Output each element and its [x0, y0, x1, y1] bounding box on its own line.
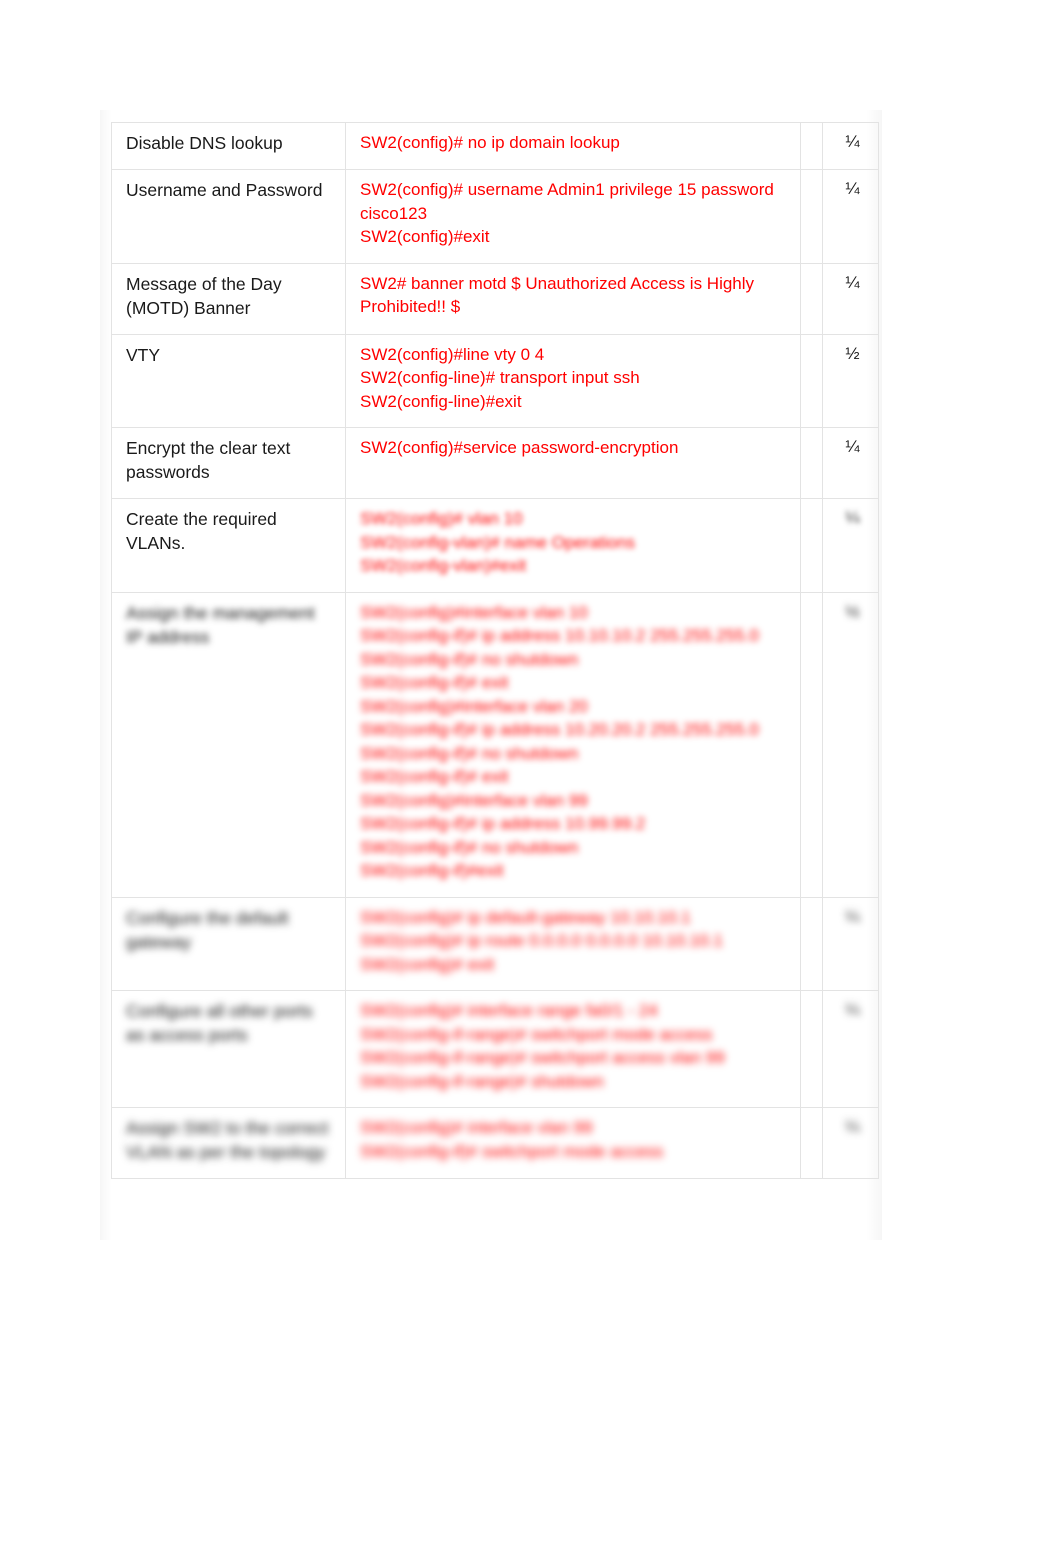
- command-text: SW2(config)#service password-encryption: [345, 427, 801, 499]
- command-text: SW2(config)# username Admin1 privilege 1…: [345, 169, 801, 264]
- command-text-redacted: SW2(config)# ip default-gateway 10.10.10…: [345, 896, 801, 991]
- command-text: SW2(config)#line vty 0 4 SW2(config-line…: [345, 333, 801, 428]
- task-description: VTY: [111, 333, 346, 428]
- table-row: Assign the management IP address SW2(con…: [111, 591, 879, 898]
- table-row: Disable DNS lookup SW2(config)# no ip do…: [111, 122, 879, 170]
- task-description-redacted: Assign the management IP address: [111, 591, 346, 898]
- table-body: Disable DNS lookup SW2(config)# no ip do…: [111, 122, 879, 1179]
- table-row: Assign SW2 to the correct VLAN as per th…: [111, 1107, 879, 1179]
- score-value-redacted: ½: [822, 591, 879, 898]
- task-description: Create the required VLANs.: [111, 498, 346, 593]
- spacer-cell: [800, 333, 823, 428]
- spacer-cell: [800, 427, 823, 499]
- spacer-cell: [800, 498, 823, 593]
- table-row: Configure the default gateway SW2(config…: [111, 896, 879, 991]
- configuration-steps-table: Disable DNS lookup SW2(config)# no ip do…: [111, 122, 879, 1179]
- table-row: Username and Password SW2(config)# usern…: [111, 169, 879, 264]
- command-text-redacted: SW2(config)# interface range fa0/1 - 24 …: [345, 990, 801, 1108]
- table-row: Encrypt the clear text passwords SW2(con…: [111, 427, 879, 499]
- spacer-cell: [800, 122, 823, 170]
- task-description: Encrypt the clear text passwords: [111, 427, 346, 499]
- score-value: ¼: [822, 427, 879, 499]
- command-text: SW2# banner motd $ Unauthorized Access i…: [345, 262, 801, 335]
- spacer-cell: [800, 262, 823, 335]
- table-row: Message of the Day (MOTD) Banner SW2# ba…: [111, 262, 879, 335]
- score-value-redacted: ¼: [822, 896, 879, 991]
- task-description: Username and Password: [111, 169, 346, 264]
- task-description-redacted: Configure the default gateway: [111, 896, 346, 991]
- spacer-cell: [800, 896, 823, 991]
- score-value: ½: [822, 333, 879, 428]
- document-page: Disable DNS lookup SW2(config)# no ip do…: [0, 0, 1062, 1556]
- spacer-cell: [800, 591, 823, 898]
- command-text-redacted: SW2(config)# vlan 10 SW2(config-vlan)# n…: [345, 498, 801, 593]
- score-value-redacted: ¼: [822, 990, 879, 1108]
- task-description: Message of the Day (MOTD) Banner: [111, 262, 346, 335]
- command-text-redacted: SW2(config)# interface vlan 99 SW2(confi…: [345, 1107, 801, 1179]
- table-row: Create the required VLANs. SW2(config)# …: [111, 498, 879, 593]
- command-text-redacted: SW2(config)#interface vlan 10 SW2(config…: [345, 591, 801, 898]
- score-value-redacted: ¼: [822, 1107, 879, 1179]
- task-description: Disable DNS lookup: [111, 122, 346, 170]
- score-value: ¼: [822, 169, 879, 264]
- table-row: Configure all other ports as access port…: [111, 990, 879, 1108]
- task-description-redacted: Assign SW2 to the correct VLAN as per th…: [111, 1107, 346, 1179]
- score-value: ¼: [822, 122, 879, 170]
- score-value-redacted: ¼: [822, 498, 879, 593]
- spacer-cell: [800, 990, 823, 1108]
- table-row: VTY SW2(config)#line vty 0 4 SW2(config-…: [111, 333, 879, 428]
- spacer-cell: [800, 169, 823, 264]
- spacer-cell: [800, 1107, 823, 1179]
- score-value: ¼: [822, 262, 879, 335]
- command-text: SW2(config)# no ip domain lookup: [345, 122, 801, 170]
- task-description-redacted: Configure all other ports as access port…: [111, 990, 346, 1108]
